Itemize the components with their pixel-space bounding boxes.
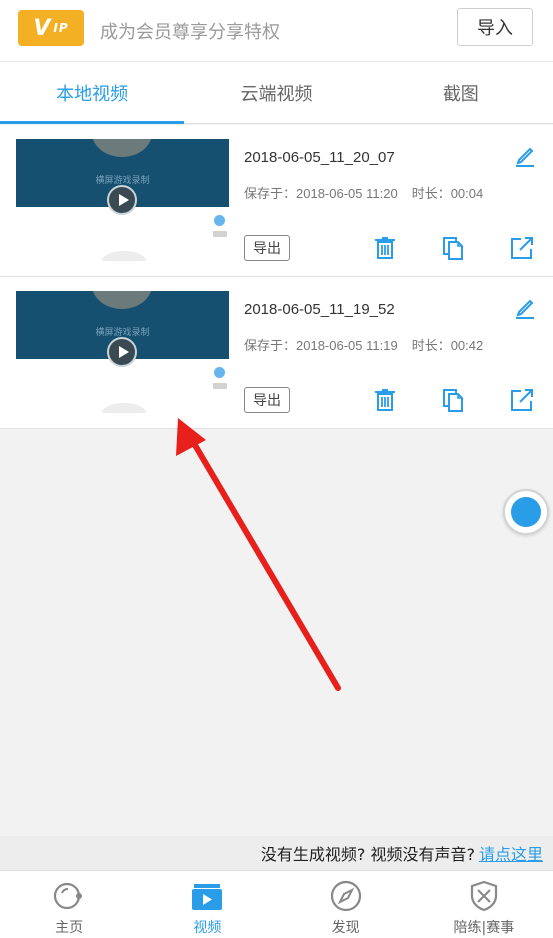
nav-training-events-label: 陪练|赛事 [453,920,515,936]
video-duration: 时长：00:04 [411,186,484,201]
thumbnail-shape [102,403,146,413]
video-list: 横屏游戏录制 2018-06-05_11_20_07 保存于：2018-06-0… [0,125,553,429]
share-icon[interactable] [509,387,535,413]
video-meta: 保存于：2018-06-05 11:19 时长：00:42 [244,335,483,354]
video-saved-time: 保存于：2018-06-05 11:19 [244,338,398,353]
help-bar: 没有生成视频? 视频没有声音? 请点这里 [0,836,553,870]
nav-home-label: 主页 [55,920,84,936]
export-button[interactable]: 导出 [244,235,290,261]
video-list-item: 横屏游戏录制 2018-06-05_11_19_52 保存于：2018-06-0… [0,277,553,429]
nav-home[interactable]: 主页 [0,871,138,938]
play-icon[interactable] [107,185,137,215]
thumbnail-dot [214,215,225,226]
delete-icon[interactable] [372,235,398,261]
tab-cloud-video[interactable]: 云端视频 [184,62,368,123]
video-play-icon [190,879,224,913]
thumbnail-dot [214,367,225,378]
help-link[interactable]: 请点这里 [479,841,543,865]
nav-discover[interactable]: 发现 [277,871,415,938]
video-meta: 保存于：2018-06-05 11:20 时长：00:04 [244,183,483,202]
vip-badge-suffix: IP [53,21,69,35]
play-icon[interactable] [107,337,137,367]
tab-screenshot[interactable]: 截图 [369,62,553,123]
edit-icon[interactable] [512,143,538,169]
share-icon[interactable] [509,235,535,261]
tab-local-video[interactable]: 本地视频 [0,62,185,124]
vip-promo-text[interactable]: 成为会员尊享分享特权 [100,18,280,44]
delete-icon[interactable] [372,387,398,413]
floating-record-button[interactable] [503,489,549,535]
edit-icon[interactable] [512,295,538,321]
top-bar: V IP 成为会员尊享分享特权 导入 [0,0,553,62]
thumbnail-shape [102,251,146,261]
vip-badge[interactable]: V IP [18,10,84,46]
nav-training-events[interactable]: 陪练|赛事 [415,871,553,938]
help-question: 没有生成视频? 视频没有声音? [260,845,475,864]
bottom-nav: 主页 视频 发现 陪练|赛事 [0,870,553,938]
thumbnail-bar [213,231,227,237]
home-dial-icon [52,879,86,913]
tab-bar: 本地视频 云端视频 截图 [0,62,553,124]
video-thumbnail[interactable]: 横屏游戏录制 [16,139,229,261]
nav-discover-label: 发现 [331,920,360,936]
copy-icon[interactable] [440,235,466,261]
nav-video[interactable]: 视频 [138,871,276,938]
video-name: 2018-06-05_11_20_07 [244,149,395,166]
compass-icon [329,879,363,913]
thumbnail-bar [213,383,227,389]
video-name: 2018-06-05_11_19_52 [244,301,395,318]
shield-swords-icon [467,879,501,913]
export-button[interactable]: 导出 [244,387,290,413]
video-thumbnail[interactable]: 横屏游戏录制 [16,291,229,413]
video-list-item: 横屏游戏录制 2018-06-05_11_20_07 保存于：2018-06-0… [0,125,553,277]
nav-video-label: 视频 [193,920,222,936]
vip-badge-letter: V [33,15,52,41]
import-button[interactable]: 导入 [457,8,533,46]
video-duration: 时长：00:42 [411,338,484,353]
copy-icon[interactable] [440,387,466,413]
video-saved-time: 保存于：2018-06-05 11:20 [244,186,398,201]
